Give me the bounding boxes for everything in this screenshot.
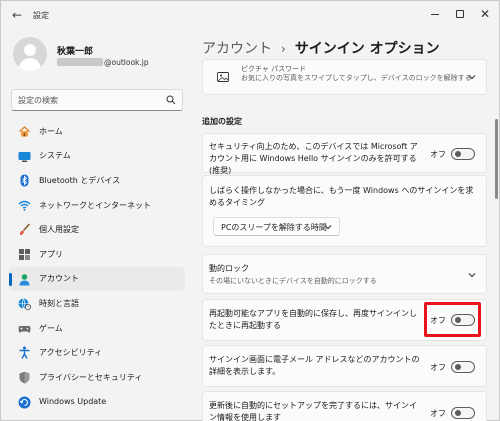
hello-only-toggle[interactable] bbox=[451, 148, 475, 160]
user-email: @outlook.jp bbox=[57, 58, 149, 67]
search-input[interactable]: 設定の検索 bbox=[11, 89, 183, 111]
bluetooth-icon bbox=[20, 174, 29, 187]
sidebar-item-accounts[interactable]: アカウント bbox=[9, 266, 185, 292]
sidebar-item-home[interactable]: ホーム bbox=[9, 119, 185, 144]
section-heading: 追加の設定 bbox=[202, 117, 242, 126]
toggle-state-label: オフ bbox=[430, 150, 446, 159]
toggle-knob bbox=[455, 410, 461, 416]
sidebar-item-label: プライバシーとセキュリティ bbox=[39, 372, 143, 382]
breadcrumb-current: サインイン オプション bbox=[294, 41, 440, 57]
hello-only-text: セキュリティ向上のため、このデバイスでは Microsoft アカウント用に W… bbox=[209, 142, 418, 175]
window-title: 設定 bbox=[33, 11, 49, 20]
minimize-button[interactable] bbox=[425, 5, 445, 23]
chevron-down-icon[interactable] bbox=[468, 73, 476, 81]
sidebar-item-system[interactable]: システム bbox=[9, 144, 185, 169]
sidebar-item-label: ゲーム bbox=[39, 323, 63, 333]
toggle-knob bbox=[455, 151, 461, 157]
sidebar-item-apps[interactable]: アプリ bbox=[9, 242, 185, 267]
sidebar-item-bluetooth[interactable]: Bluetooth とデバイス bbox=[9, 168, 185, 193]
hello-only-card: セキュリティ向上のため、このデバイスでは Microsoft アカウント用に W… bbox=[202, 133, 487, 175]
finish-setup-toggle[interactable] bbox=[451, 407, 475, 419]
toggle-state-label: オフ bbox=[430, 409, 446, 418]
breadcrumb-separator: › bbox=[281, 42, 286, 56]
search-placeholder: 設定の検索 bbox=[18, 96, 58, 105]
sidebar-item-label: 個人用設定 bbox=[39, 225, 79, 235]
sidebar-item-label: ネットワークとインターネット bbox=[39, 200, 151, 210]
sidebar-item-label: ホーム bbox=[39, 126, 63, 136]
sidebar-item-personalization[interactable]: 個人用設定 bbox=[9, 217, 185, 242]
close-icon: ✕ bbox=[479, 7, 491, 21]
chevron-down-icon[interactable] bbox=[468, 271, 476, 279]
highlight-box bbox=[424, 302, 481, 337]
restart-apps-text: 再起動可能なアプリを自動的に保存し、再度サインインしたときに再起動する bbox=[209, 309, 417, 330]
maximize-button[interactable] bbox=[450, 5, 470, 23]
sidebar-nav: ホーム システム Bluetooth とデバイス ネットワークとインターネット … bbox=[9, 119, 185, 414]
user-profile[interactable]: 秋葉一郎 @outlook.jp bbox=[13, 37, 183, 77]
sidebar-item-accessibility[interactable]: アクセシビリティ bbox=[9, 340, 185, 365]
picture-password-card[interactable]: ピクチャ パスワード お気に入りの写真をスワイプしてタップし、デバイスのロックを… bbox=[202, 59, 487, 95]
dynamic-lock-subtitle: その場にいないときにデバイスを自動的にロックする bbox=[209, 277, 377, 285]
sidebar-item-label: アカウント bbox=[39, 274, 79, 284]
shield-icon bbox=[19, 371, 30, 384]
picture-password-subtitle: お気に入りの写真をスワイプしてタップし、デバイスのロックを解除する bbox=[241, 74, 472, 82]
wifi-icon bbox=[18, 200, 31, 211]
redacted-email-part bbox=[57, 58, 103, 66]
globe-clock-icon bbox=[18, 298, 31, 311]
sidebar-item-label: アプリ bbox=[39, 249, 63, 259]
update-icon bbox=[18, 396, 31, 409]
title-bar: ← 設定 ✕ bbox=[1, 1, 500, 29]
accessibility-icon bbox=[19, 346, 30, 360]
user-name: 秋葉一郎 bbox=[57, 47, 94, 57]
finish-setup-card: 更新後に自動的にセットアップを完了するには、サインイン情報を使用します オフ bbox=[202, 391, 487, 421]
chevron-down-icon bbox=[324, 225, 332, 230]
maximize-icon bbox=[456, 10, 464, 18]
sidebar-item-windows-update[interactable]: Windows Update bbox=[9, 390, 185, 415]
reauth-dropdown[interactable]: PCのスリープを解除する時間 bbox=[213, 217, 340, 236]
brush-icon bbox=[19, 223, 31, 236]
back-arrow-icon: ← bbox=[11, 8, 23, 22]
finish-setup-text: 更新後に自動的にセットアップを完了するには、サインイン情報を使用します bbox=[209, 401, 417, 421]
minimize-icon bbox=[431, 13, 439, 15]
system-icon bbox=[18, 151, 31, 162]
avatar bbox=[13, 37, 47, 71]
gamepad-icon bbox=[18, 325, 31, 333]
toggle-state-label: オフ bbox=[430, 363, 446, 372]
reauth-card: しばらく操作しなかった場合に、もう一度 Windows へのサインインを求めるタ… bbox=[202, 175, 487, 247]
breadcrumb-parent[interactable]: アカウント bbox=[202, 41, 272, 57]
search-icon bbox=[166, 95, 176, 105]
active-indicator bbox=[9, 272, 12, 286]
show-details-text: サインイン画面に電子メール アドレスなどのアカウントの詳細を表示します。 bbox=[209, 355, 420, 376]
settings-window: ← 設定 ✕ 秋葉一郎 @outlook.jp 設定の検索 ホーム システム B… bbox=[0, 0, 500, 421]
dropdown-value: PCのスリープを解除する時間 bbox=[221, 223, 327, 232]
sidebar-item-label: 時刻と言語 bbox=[39, 298, 79, 308]
sidebar-item-label: Bluetooth とデバイス bbox=[39, 175, 121, 185]
dynamic-lock-card[interactable]: 動的ロック その場にいないときにデバイスを自動的にロックする bbox=[202, 254, 487, 294]
sidebar-item-label: システム bbox=[39, 151, 71, 161]
sidebar-item-gaming[interactable]: ゲーム bbox=[9, 316, 185, 341]
close-button[interactable]: ✕ bbox=[475, 5, 495, 23]
sidebar-item-network[interactable]: ネットワークとインターネット bbox=[9, 193, 185, 218]
apps-icon bbox=[19, 248, 30, 260]
show-details-card: サインイン画面に電子メール アドレスなどのアカウントの詳細を表示します。 オフ bbox=[202, 345, 487, 387]
reauth-text: しばらく操作しなかった場合に、もう一度 Windows へのサインインを求めるタ… bbox=[209, 186, 474, 207]
show-details-toggle[interactable] bbox=[451, 361, 475, 373]
toggle-knob bbox=[455, 364, 461, 370]
page-title: アカウント › サインイン オプション bbox=[202, 38, 440, 58]
home-icon bbox=[19, 126, 30, 137]
sidebar-item-time-language[interactable]: 時刻と言語 bbox=[9, 291, 185, 316]
sidebar-item-label: アクセシビリティ bbox=[39, 348, 103, 358]
sidebar-item-label: Windows Update bbox=[39, 397, 107, 407]
picture-icon bbox=[217, 72, 229, 82]
account-icon bbox=[19, 273, 30, 286]
dynamic-lock-title: 動的ロック bbox=[209, 264, 249, 273]
back-button[interactable]: ← bbox=[9, 7, 25, 23]
sidebar-item-privacy[interactable]: プライバシーとセキュリティ bbox=[9, 365, 185, 390]
picture-password-title: ピクチャ パスワード bbox=[241, 65, 307, 72]
scrollbar[interactable] bbox=[495, 119, 498, 199]
